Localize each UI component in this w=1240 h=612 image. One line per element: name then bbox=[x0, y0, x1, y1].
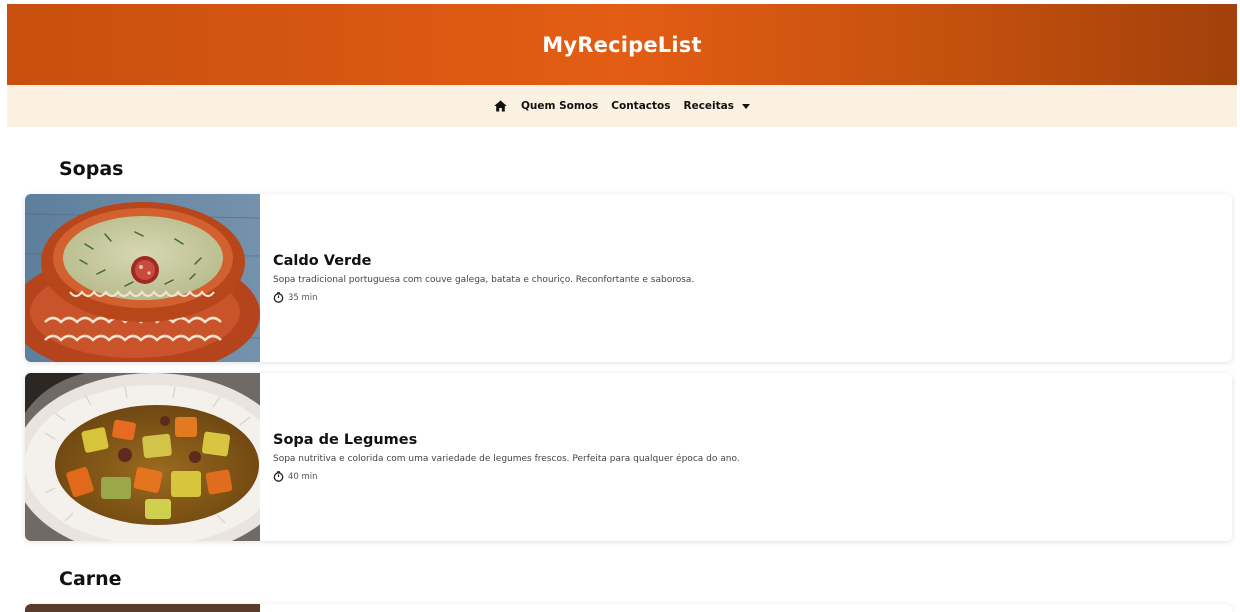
section-title-sopas: Sopas bbox=[59, 158, 124, 180]
site-title[interactable]: MyRecipeList bbox=[542, 33, 701, 57]
sopa-de-legumes-photo bbox=[25, 373, 260, 541]
timer-icon bbox=[273, 292, 284, 303]
nav-dropdown-label: Receitas bbox=[683, 100, 735, 112]
recipe-time-value: 35 min bbox=[288, 292, 318, 303]
section-title-carne: Carne bbox=[59, 568, 122, 590]
recipe-description: Sopa nutritiva e colorida com uma varied… bbox=[273, 454, 740, 464]
nav-link-quem-somos[interactable]: Quem Somos bbox=[521, 100, 598, 112]
recipe-time: 35 min bbox=[273, 292, 694, 303]
timer-icon bbox=[273, 471, 284, 482]
home-icon[interactable] bbox=[494, 99, 508, 113]
nav-dropdown-receitas[interactable]: Receitas bbox=[684, 100, 751, 112]
carne-photo bbox=[25, 604, 260, 612]
site-header: MyRecipeList bbox=[7, 4, 1237, 85]
recipe-time: 40 min bbox=[273, 471, 740, 482]
recipe-time-value: 40 min bbox=[288, 471, 318, 482]
recipe-card-carne-partial[interactable] bbox=[25, 604, 1232, 612]
nav-link-contactos[interactable]: Contactos bbox=[611, 100, 670, 112]
recipe-card-caldo-verde[interactable]: Caldo Verde Sopa tradicional portuguesa … bbox=[25, 194, 1232, 362]
recipe-title[interactable]: Sopa de Legumes bbox=[273, 432, 740, 448]
recipe-card-body: Sopa de Legumes Sopa nutritiva e colorid… bbox=[260, 373, 740, 541]
main-nav: Quem Somos Contactos Receitas bbox=[7, 85, 1237, 127]
caldo-verde-photo bbox=[25, 194, 260, 362]
recipe-card-body: Caldo Verde Sopa tradicional portuguesa … bbox=[260, 194, 694, 362]
recipe-description: Sopa tradicional portuguesa com couve ga… bbox=[273, 275, 695, 285]
chevron-down-icon bbox=[742, 103, 751, 109]
recipe-card-sopa-de-legumes[interactable]: Sopa de Legumes Sopa nutritiva e colorid… bbox=[25, 373, 1232, 541]
recipe-title[interactable]: Caldo Verde bbox=[273, 253, 694, 269]
